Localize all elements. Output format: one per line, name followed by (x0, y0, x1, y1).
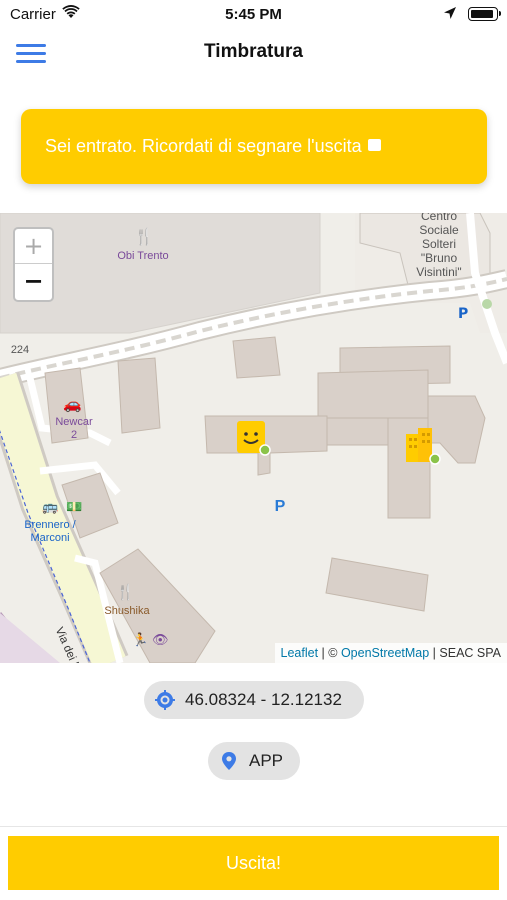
zoom-in-button[interactable]: + (15, 229, 52, 264)
map-label-road-number: 224 (10, 344, 30, 356)
bus-stop-icon: 🚌 (42, 500, 59, 515)
map-label-newcar: Newcar 2 (55, 416, 93, 441)
clock: 5:45 PM (225, 6, 282, 23)
map-attribution: Leaflet | © OpenStreetMap | SEAC SPA (274, 643, 507, 663)
map-label-centro-sociale: Centro Sociale Solteri "Bruno Visintini" (416, 213, 462, 279)
banner-message: Sei entrato. Ricordati di segnare l'usci… (45, 136, 362, 156)
map-label-bus-stop: Brennero / Marconi (24, 519, 76, 544)
battery-icon (468, 7, 501, 21)
smiley-marker-icon[interactable] (236, 419, 272, 459)
coordinates-chip: 46.08324 - 12.12132 (144, 681, 364, 719)
bicycle-parking-icon: P (458, 306, 469, 322)
zoom-out-button[interactable]: − (15, 264, 52, 299)
nav-bar: Timbratura (0, 30, 507, 74)
office-building-marker-icon[interactable] (404, 426, 442, 466)
exit-button[interactable]: Uscita! (8, 836, 499, 890)
location-arrow-icon (444, 7, 456, 19)
zoom-control: + − (13, 227, 54, 302)
map-view[interactable]: 🍴 🚗 🚌 💵 P 🍴 🏃 👁 Obi Trento Centro Social… (0, 213, 507, 663)
gps-target-icon (155, 690, 175, 710)
atm-icon: 💵 (66, 500, 83, 515)
fitness-icon: 🏃 (132, 633, 149, 648)
beauty-icon: 👁 (152, 633, 169, 648)
source-value: APP (249, 751, 284, 770)
openstreetmap-link[interactable]: OpenStreetMap (341, 646, 429, 660)
exit-button-label: Uscita! (225, 852, 281, 873)
car-icon: 🚗 (63, 395, 82, 413)
map-pin-icon (222, 752, 236, 770)
source-chip: APP (208, 742, 300, 780)
attribution-suffix: | SEAC SPA (429, 646, 501, 660)
status-bar: Carrier 5:45 PM (0, 0, 507, 30)
note-icon (367, 139, 381, 151)
map-label-obi: Obi Trento (117, 250, 169, 262)
fast-food-icon: 🍴 (116, 583, 135, 601)
restaurant-icon: 🍴 (134, 227, 154, 246)
leaflet-link[interactable]: Leaflet (281, 646, 319, 660)
map-label-parking: P (274, 498, 286, 515)
status-banner: Sei entrato. Ricordati di segnare l'usci… (21, 109, 487, 184)
divider (0, 826, 507, 827)
attribution-separator: | © (318, 646, 341, 660)
map-label-shushika: Shushika (104, 605, 150, 617)
coordinates-value: 46.08324 - 12.12132 (185, 690, 342, 709)
page-title: Timbratura (204, 41, 303, 62)
